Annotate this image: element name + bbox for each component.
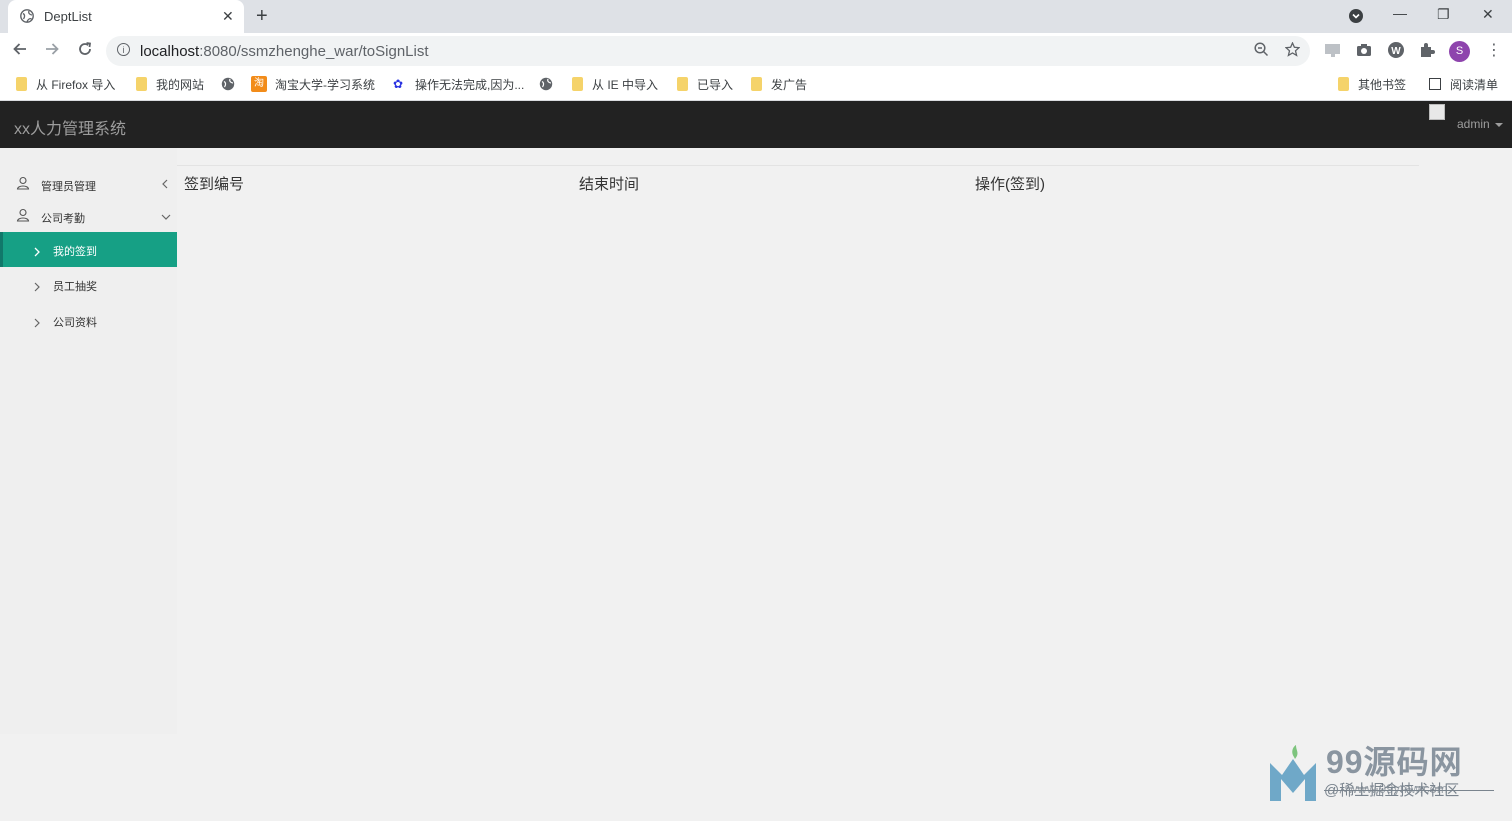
tab-search-icon[interactable] <box>1348 8 1364 28</box>
baidu-icon: ✿ <box>393 77 404 91</box>
info-icon[interactable]: i <box>117 43 130 56</box>
globe-icon <box>20 9 34 28</box>
user-icon <box>16 208 30 227</box>
chevron-right-icon <box>33 315 41 333</box>
table-header-end-time: 结束时间 <box>579 176 640 193</box>
address-bar[interactable]: i localhost:8080/ssmzhenghe_war/toSignLi… <box>106 36 1310 66</box>
browser-toolbar: i localhost:8080/ssmzhenghe_war/toSignLi… <box>0 33 1512 68</box>
folder-icon <box>572 77 583 91</box>
avatar <box>1429 104 1445 120</box>
taobao-icon: 淘 <box>251 76 267 92</box>
watermark-url: www.99ymw.com <box>1348 781 1448 796</box>
folder-icon <box>136 77 147 91</box>
minimize-button[interactable]: — <box>1393 4 1407 22</box>
menu-kebab-icon[interactable]: ⋮ <box>1486 40 1502 60</box>
user-icon <box>16 176 30 195</box>
sidebar-item-company-info[interactable]: 公司资料 <box>0 303 177 337</box>
bookmark-item[interactable]: ✿ 操作无法完成,因为... <box>393 75 524 93</box>
sidebar-group-admin[interactable]: 管理员管理 <box>0 169 177 199</box>
cast-icon[interactable] <box>1324 41 1342 59</box>
bookmark-item[interactable] <box>539 75 561 93</box>
sidebar-item-label: 公司资料 <box>53 317 97 329</box>
window-close-button[interactable]: ✕ <box>1482 5 1494 23</box>
camera-icon[interactable] <box>1355 41 1373 59</box>
restore-button[interactable]: ❐ <box>1437 5 1450 23</box>
close-icon[interactable]: ✕ <box>222 8 234 24</box>
table-header-sign-id: 签到编号 <box>184 176 245 193</box>
chevron-left-icon <box>160 177 170 195</box>
caret-down-icon <box>1494 122 1503 127</box>
bookmarks-bar: 从 Firefox 导入 我的网站 淘淘宝大学-学习系统 ✿ 操作无法完成,因为.… <box>0 68 1512 101</box>
sidebar-group-label: 公司考勤 <box>41 213 85 225</box>
url-text: localhost:8080/ssmzhenghe_war/toSignList <box>140 43 429 60</box>
watermark-underline <box>1324 790 1494 791</box>
profile-avatar[interactable]: S <box>1449 41 1470 62</box>
globe-icon <box>221 77 235 91</box>
sidebar-item-label: 我的签到 <box>53 246 97 258</box>
browser-tab-strip: DeptList ✕ + — ❐ ✕ <box>0 0 1512 33</box>
reload-button[interactable] <box>77 41 93 61</box>
sidebar-group-label: 管理员管理 <box>41 181 96 193</box>
new-tab-button[interactable]: + <box>256 5 268 27</box>
bookmark-item[interactable]: 从 IE 中导入 <box>572 75 658 93</box>
sidebar-item-label: 员工抽奖 <box>53 281 97 293</box>
forward-button[interactable] <box>44 41 60 61</box>
svg-text:W: W <box>1391 46 1401 57</box>
table-top-border <box>177 165 1419 166</box>
chevron-right-icon <box>33 279 41 297</box>
table-header-action: 操作(签到) <box>975 176 1045 193</box>
reading-list[interactable]: 阅读清单 <box>1429 75 1498 93</box>
sidebar: 管理员管理 公司考勤 我的签到 员工抽奖 公司资料 <box>0 148 177 734</box>
bookmark-item[interactable]: 已导入 <box>677 75 733 93</box>
sidebar-item-lottery[interactable]: 员工抽奖 <box>0 267 177 301</box>
watermark: 99源码网 @稀土掘金技术社区 www.99ymw.com <box>1268 735 1498 805</box>
bookmark-star-icon[interactable] <box>1284 41 1301 61</box>
w-extension-icon[interactable]: W <box>1387 41 1405 59</box>
bookmark-item[interactable]: 从 Firefox 导入 <box>16 75 115 93</box>
tab-title: DeptList <box>44 9 92 24</box>
chevron-down-icon <box>160 209 172 227</box>
bookmark-item[interactable]: 我的网站 <box>136 75 204 93</box>
user-dropdown[interactable]: admin <box>1457 117 1503 131</box>
reading-list-icon <box>1429 78 1441 90</box>
watermark-title: 99源码网 <box>1326 744 1463 780</box>
folder-icon <box>1338 77 1349 91</box>
watermark-logo-icon <box>1268 745 1318 808</box>
folder-icon <box>751 77 762 91</box>
chevron-right-icon <box>33 244 41 262</box>
bookmark-item-other[interactable]: 其他书签 <box>1338 75 1406 93</box>
globe-icon <box>539 77 553 91</box>
sidebar-item-my-signin[interactable]: 我的签到 <box>0 232 177 267</box>
zoom-icon[interactable] <box>1254 42 1269 61</box>
back-button[interactable] <box>12 41 28 61</box>
browser-tab[interactable]: DeptList ✕ <box>8 0 244 33</box>
bookmark-item[interactable]: 淘淘宝大学-学习系统 <box>251 75 375 93</box>
sidebar-group-attendance[interactable]: 公司考勤 <box>0 201 177 231</box>
app-navbar: xx人力管理系统 admin <box>0 101 1512 148</box>
puzzle-icon[interactable] <box>1418 41 1436 59</box>
folder-icon <box>16 77 27 91</box>
folder-icon <box>677 77 688 91</box>
brand-title[interactable]: xx人力管理系统 <box>14 115 126 139</box>
bookmark-item[interactable]: 发广告 <box>751 75 807 93</box>
bookmark-item[interactable] <box>221 75 243 93</box>
